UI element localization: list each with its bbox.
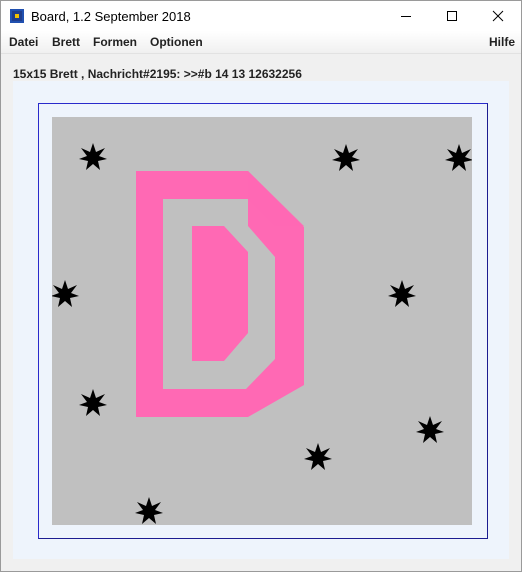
- maximize-icon: [447, 11, 457, 21]
- star-icon: [304, 443, 332, 470]
- board-canvas[interactable]: [52, 117, 472, 525]
- title-bar[interactable]: Board, 1.2 September 2018: [1, 1, 521, 31]
- window-title: Board, 1.2 September 2018: [31, 9, 191, 24]
- close-icon: [492, 10, 504, 22]
- status-message: 15x15 Brett , Nachricht#2195: >>#b 14 13…: [13, 67, 302, 81]
- menu-hilfe[interactable]: Hilfe: [489, 35, 515, 49]
- board-app-icon[interactable]: [10, 9, 24, 23]
- minimize-button[interactable]: [383, 1, 429, 31]
- minimize-icon: [401, 16, 411, 17]
- star-icon: [79, 143, 107, 170]
- star-icon: [135, 497, 163, 524]
- star-icon: [416, 416, 444, 443]
- star-icon: [332, 144, 360, 171]
- star-icon: [79, 389, 107, 416]
- app-window: Board, 1.2 September 2018 Datei Brett Fo…: [0, 0, 522, 572]
- maximize-button[interactable]: [429, 1, 475, 31]
- close-button[interactable]: [475, 1, 521, 31]
- star-icon: [52, 280, 79, 307]
- game-board[interactable]: [52, 117, 472, 525]
- star-icon: [445, 144, 472, 171]
- menu-formen[interactable]: Formen: [93, 35, 137, 49]
- menu-bar: Datei Brett Formen Optionen Hilfe: [1, 31, 521, 54]
- menu-brett[interactable]: Brett: [52, 35, 80, 49]
- menu-datei[interactable]: Datei: [9, 35, 38, 49]
- star-icon: [388, 280, 416, 307]
- menu-optionen[interactable]: Optionen: [150, 35, 203, 49]
